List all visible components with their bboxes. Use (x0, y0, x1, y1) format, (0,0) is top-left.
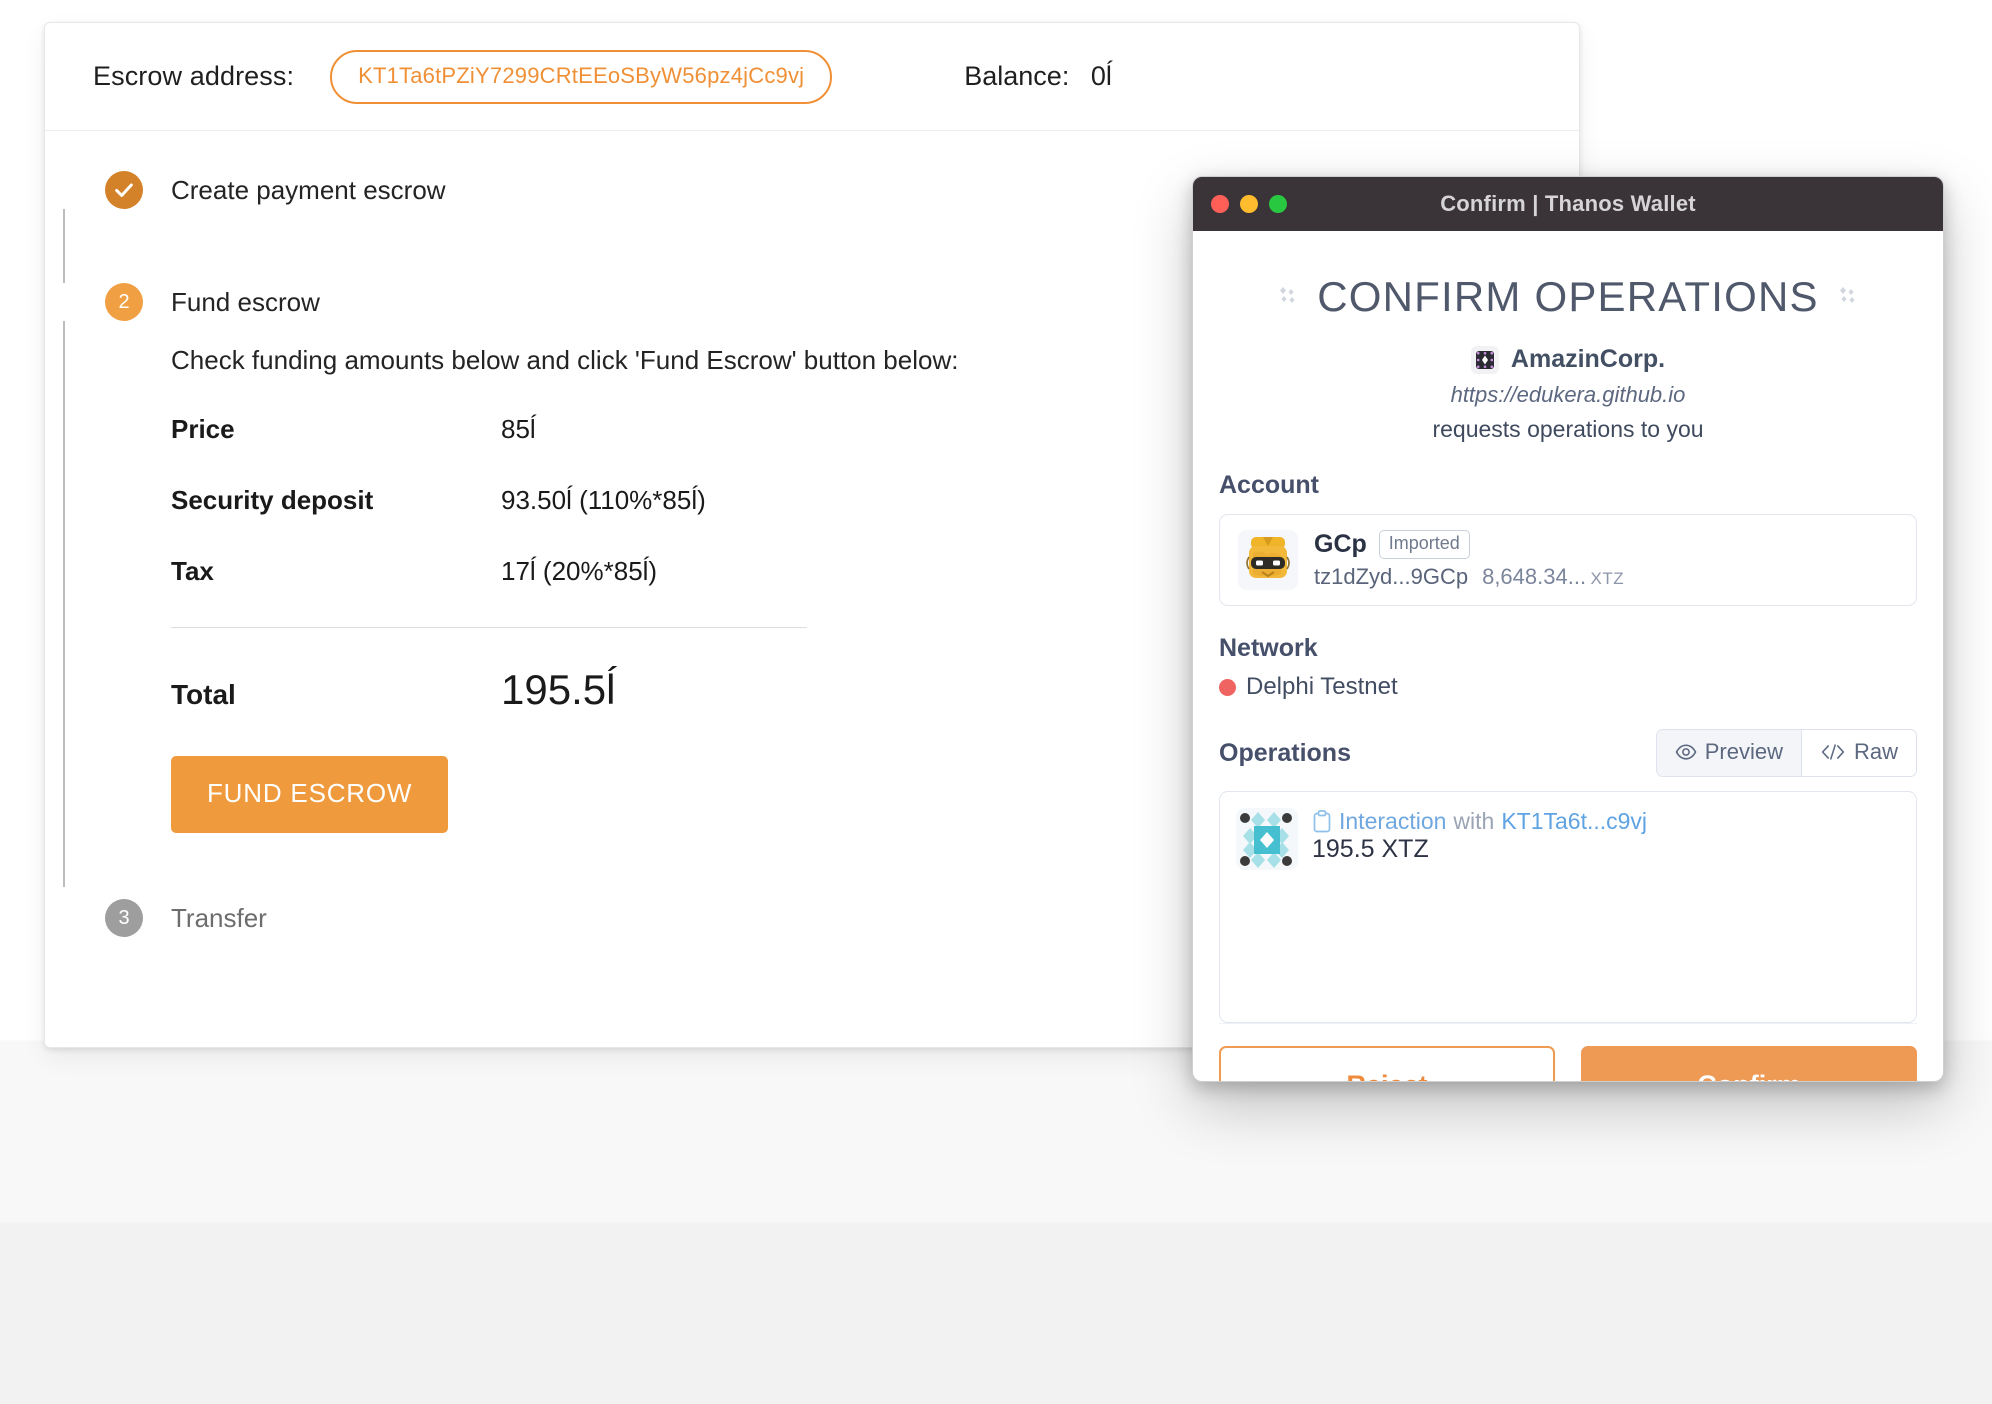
wallet-action-bar: Reject Confirm (1219, 1023, 1917, 1081)
tab-raw[interactable]: Raw (1800, 730, 1916, 776)
operations-list: Interaction with KT1Ta6t...c9vj 195.5 XT… (1219, 791, 1917, 1023)
balance-display: Balance: 0ĺ (964, 61, 1112, 92)
window-title: Confirm | Thanos Wallet (1440, 191, 1696, 216)
operation-details: Interaction with KT1Ta6t...c9vj 195.5 XT… (1312, 808, 1647, 864)
thanos-wallet-window: Confirm | Thanos Wallet CONFIRM OPERATIO… (1192, 176, 1944, 1082)
code-icon (1821, 744, 1845, 760)
network-name: Delphi Testnet (1246, 673, 1398, 700)
fee-row-tax: Tax 17ĺ (20%*85ĺ) (171, 556, 871, 587)
account-name-row: GCp Imported (1314, 530, 1624, 559)
network-section: Network Delphi Testnet (1219, 634, 1917, 701)
fee-table: Price 85ĺ Security deposit 93.50ĺ (110%*… (171, 414, 871, 714)
fee-row-price: Price 85ĺ (171, 414, 871, 445)
operations-section: Operations Preview Raw Interaction with … (1219, 729, 1917, 1023)
wallet-titlebar[interactable]: Confirm | Thanos Wallet (1193, 177, 1943, 231)
step-2-number: 2 (118, 290, 130, 313)
operations-section-label: Operations (1219, 738, 1351, 767)
operation-item[interactable]: Interaction with KT1Ta6t...c9vj 195.5 XT… (1236, 808, 1900, 870)
confirm-operations-title: CONFIRM OPERATIONS (1317, 273, 1819, 320)
account-meta-row: tz1dZyd...9GCp 8,648.34... XTZ (1314, 564, 1624, 590)
escrow-address-label: Escrow address: (93, 61, 295, 91)
account-avatar-icon (1238, 530, 1298, 590)
operation-target-address[interactable]: KT1Ta6t...c9vj (1501, 808, 1647, 835)
dapp-identity: AmazinCorp. (1219, 345, 1917, 374)
diamond-cluster-right-icon (1839, 287, 1855, 303)
account-section: Account GCp Imported tz1dZyd...9GCp 8,64… (1219, 471, 1917, 606)
fee-label-price: Price (171, 414, 235, 444)
reject-button[interactable]: Reject (1219, 1046, 1555, 1081)
account-card[interactable]: GCp Imported tz1dZyd...9GCp 8,648.34... … (1219, 514, 1917, 606)
operation-kind: Interaction (1339, 808, 1447, 834)
stepper-connector-2 (63, 321, 65, 887)
account-currency: XTZ (1590, 569, 1625, 588)
dapp-name-label: AmazinCorp. (1510, 345, 1666, 373)
step-2-label: Fund escrow (171, 286, 320, 317)
network-row[interactable]: Delphi Testnet (1219, 673, 1917, 701)
dapp-favicon-icon (1470, 345, 1499, 374)
fund-escrow-button[interactable]: FUND ESCROW (171, 756, 449, 833)
step-1-label: Create payment escrow (171, 174, 446, 205)
account-name: GCp (1314, 530, 1367, 558)
step-1-bullet (105, 171, 143, 209)
fee-label-total: Total (171, 679, 236, 710)
escrow-address-pill[interactable]: KT1Ta6tPZiY7299CRtEEoSByW56pz4jCc9vj (330, 49, 833, 104)
operation-with-label: with (1453, 808, 1495, 834)
fee-row-security-deposit: Security deposit 93.50ĺ (110%*85ĺ) (171, 485, 871, 516)
step-3-number: 3 (118, 906, 130, 929)
dapp-url-label: https://edukera.github.io (1450, 382, 1686, 407)
account-balance: 8,648.34... (1482, 564, 1587, 589)
operations-header: Operations Preview Raw (1219, 729, 1917, 777)
dapp-request-text: requests operations to you (1432, 416, 1704, 442)
account-imported-badge: Imported (1378, 530, 1470, 559)
fee-value-tax: 17ĺ (20%*85ĺ) (501, 556, 658, 586)
escrow-header: Escrow address: KT1Ta6tPZiY7299CRtEEoSBy… (45, 23, 1579, 131)
eye-icon (1675, 744, 1697, 760)
fee-table-divider (171, 627, 807, 628)
fee-value-security-deposit: 93.50ĺ (110%*85ĺ) (501, 485, 706, 515)
fee-label-security-deposit: Security deposit (171, 485, 374, 515)
tab-preview[interactable]: Preview (1656, 730, 1801, 776)
operations-view-toggle[interactable]: Preview Raw (1655, 729, 1917, 777)
confirm-button[interactable]: Confirm (1581, 1046, 1917, 1081)
wallet-content: CONFIRM OPERATIONS AmazinCorp. https://e… (1193, 231, 1943, 1081)
account-details: GCp Imported tz1dZyd...9GCp 8,648.34... … (1314, 530, 1624, 590)
fee-label-tax: Tax (171, 556, 214, 586)
operation-summary-row: Interaction with KT1Ta6t...c9vj (1312, 808, 1647, 835)
account-address[interactable]: tz1dZyd...9GCp (1314, 564, 1468, 590)
check-icon (115, 183, 133, 197)
step-2-bullet: 2 (105, 283, 143, 321)
balance-label: Balance: (964, 61, 1070, 91)
clipboard-icon (1313, 809, 1331, 832)
diamond-cluster-left-icon (1280, 287, 1295, 303)
account-section-label: Account (1219, 471, 1319, 499)
stepper-connector-1 (63, 209, 65, 283)
step-3-label: Transfer (171, 902, 267, 933)
operation-amount: 195.5 XTZ (1312, 835, 1429, 863)
tab-preview-label: Preview (1704, 739, 1783, 764)
fee-value-price: 85ĺ (501, 414, 536, 444)
network-section-label: Network (1219, 634, 1318, 662)
account-balance-group: 8,648.34... XTZ (1482, 564, 1624, 590)
tab-raw-label: Raw (1853, 739, 1898, 764)
network-status-dot-icon (1219, 678, 1236, 696)
confirm-operations-heading: CONFIRM OPERATIONS (1219, 273, 1917, 321)
fee-row-total: Total 195.5ĺ (171, 666, 871, 714)
step-3-bullet: 3 (105, 899, 143, 937)
operation-identicon-icon (1236, 808, 1298, 870)
fee-value-total: 195.5ĺ (501, 666, 616, 713)
balance-value: 0ĺ (1090, 61, 1112, 91)
